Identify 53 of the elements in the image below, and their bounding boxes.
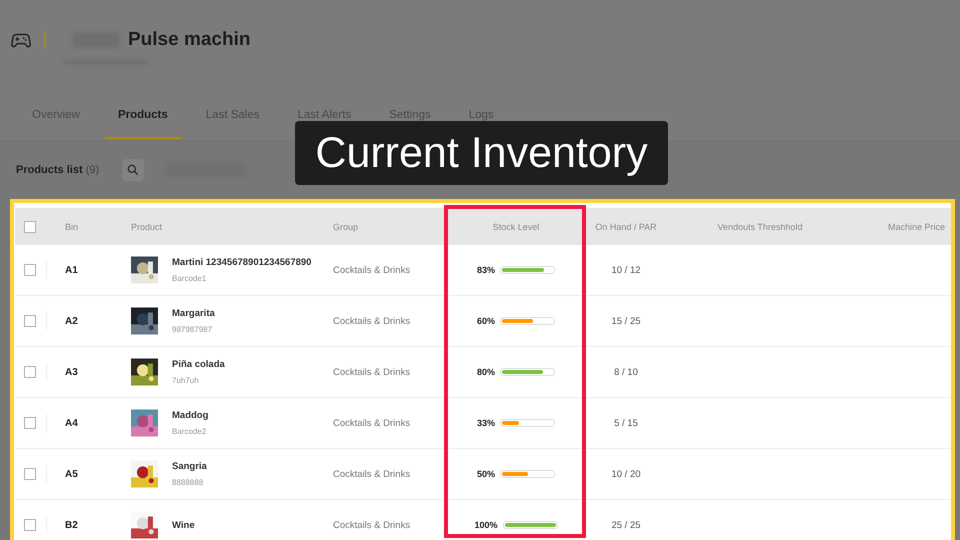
stock-percent: 80% <box>476 367 495 377</box>
row-checkbox[interactable] <box>24 366 36 378</box>
row-checkbox[interactable] <box>24 315 36 327</box>
stock-percent: 50% <box>476 469 495 479</box>
product-name: Wine <box>172 520 195 530</box>
column-header: Vendouts Threshhold <box>718 222 802 232</box>
bin-label: A5 <box>65 468 78 480</box>
group-label: Cocktails & Drinks <box>333 316 410 326</box>
column-header: On Hand / PAR <box>595 222 657 232</box>
product-code: 7uh7uh <box>172 376 200 385</box>
group-label: Cocktails & Drinks <box>333 264 410 276</box>
stock-percent: 33% <box>476 418 495 428</box>
on-hand-value: 25 / 25 <box>611 520 641 530</box>
stock-percent: 83% <box>476 265 495 275</box>
search-icon <box>126 163 140 177</box>
product-code: 8888888 <box>172 478 204 487</box>
on-hand-value: 10 / 12 <box>611 264 641 276</box>
bin-label: A1 <box>65 264 78 276</box>
product-code: 987987987 <box>172 325 214 334</box>
product-name: Sangria <box>172 461 207 472</box>
stock-percent: 100% <box>474 520 498 530</box>
column-header: Stock Level <box>492 222 540 232</box>
caption-tooltip: Current Inventory <box>295 121 668 185</box>
column-header: Machine Price <box>888 222 945 232</box>
bin-label: A3 <box>65 366 78 378</box>
select-all-checkbox[interactable] <box>24 220 36 232</box>
product-name: Martini 12345678901234567890 <box>172 257 312 268</box>
product-code: Barcode1 <box>172 274 208 283</box>
column-header: Group <box>333 222 358 232</box>
on-hand-value: 10 / 20 <box>611 468 641 480</box>
row-checkbox[interactable] <box>24 417 36 429</box>
group-label: Cocktails & Drinks <box>333 418 410 428</box>
bin-label: A4 <box>65 418 78 428</box>
stock-percent: 60% <box>476 316 495 326</box>
on-hand-value: 15 / 25 <box>611 316 641 326</box>
column-header: Bin <box>65 222 78 232</box>
machine-title: Pulse machin <box>128 29 250 51</box>
product-name: Piña colada <box>172 359 225 370</box>
group-label: Cocktails & Drinks <box>333 366 410 378</box>
row-checkbox[interactable] <box>24 264 36 276</box>
bin-label: A2 <box>65 316 78 326</box>
row-checkbox[interactable] <box>24 519 36 531</box>
on-hand-value: 5 / 15 <box>614 418 638 428</box>
product-name: Margarita <box>172 308 215 319</box>
bin-label: B2 <box>65 520 78 530</box>
product-code: Barcode2 <box>172 427 208 436</box>
row-checkbox[interactable] <box>24 468 36 480</box>
product-name: Maddog <box>172 410 208 421</box>
group-label: Cocktails & Drinks <box>333 468 410 480</box>
column-header: Product <box>131 222 162 232</box>
search-button[interactable] <box>122 159 144 181</box>
group-label: Cocktails & Drinks <box>333 520 410 530</box>
on-hand-value: 8 / 10 <box>614 366 638 378</box>
